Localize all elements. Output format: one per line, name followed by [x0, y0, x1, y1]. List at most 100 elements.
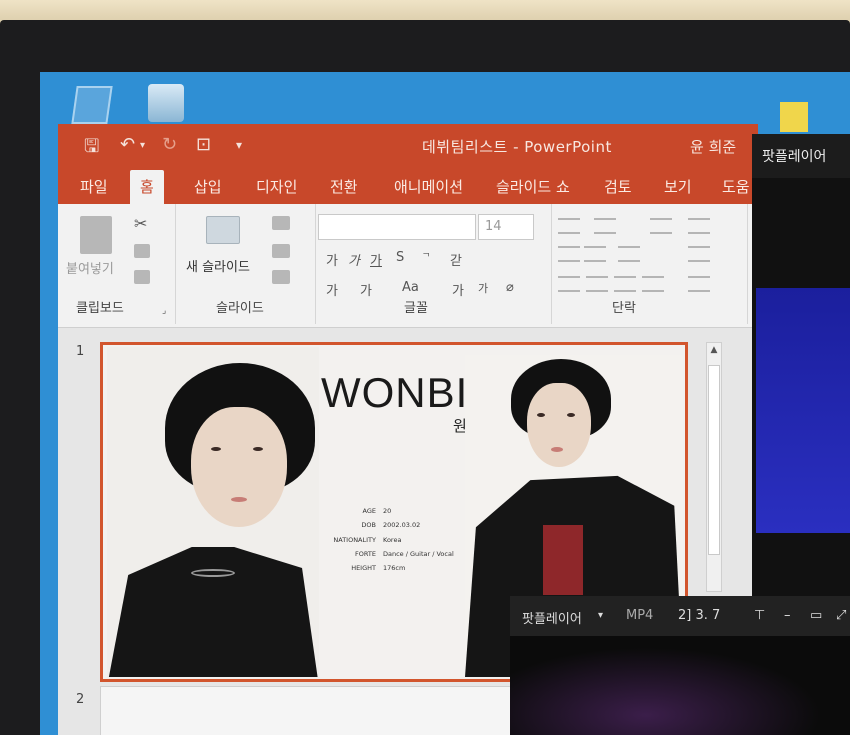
- profile-row: AGE 20: [362, 507, 392, 515]
- user-name[interactable]: 윤 희준: [690, 136, 736, 157]
- font-size-combo[interactable]: 14: [478, 214, 534, 240]
- align-center-icon[interactable]: [586, 276, 608, 292]
- copy-icon[interactable]: [134, 244, 150, 258]
- chevron-down-icon[interactable]: ▾: [598, 610, 603, 621]
- profile-row: HEIGHT 176cm: [351, 564, 406, 573]
- profile-row: DOB 2002.03.02: [361, 521, 421, 530]
- decrease-indent-icon[interactable]: [558, 246, 580, 262]
- tab-transitions[interactable]: 전환: [320, 170, 368, 204]
- increase-indent-icon[interactable]: [584, 246, 606, 262]
- clipboard-group-label: 클립보드: [76, 301, 124, 316]
- tab-insert[interactable]: 삽입: [184, 170, 232, 204]
- tab-file[interactable]: 파일: [70, 170, 118, 204]
- italic-icon[interactable]: 가: [348, 250, 360, 269]
- profile-info: AGE 20 DOB 2002.03.02 NATIONALITY Korea FOR…: [325, 507, 454, 578]
- profile-row: FORTE Dance / Guitar / Vocal: [355, 549, 454, 558]
- font-color-icon[interactable]: 가: [326, 280, 338, 299]
- undo-icon[interactable]: ↶: [120, 134, 135, 155]
- slide-number: 1: [76, 344, 85, 359]
- tab-review[interactable]: 검토: [594, 170, 642, 204]
- pin-icon[interactable]: ⊤: [754, 608, 765, 623]
- portrait-photo-left[interactable]: [107, 347, 319, 677]
- player-titlebar: 팟플레이어 ▾ MP4 2] 3. 7 ⊤ – ▭ ⤢: [510, 596, 850, 636]
- player-menu-button[interactable]: 팟플레이어: [522, 608, 582, 627]
- customize-qat-icon[interactable]: ▾: [236, 138, 242, 152]
- highlight-icon[interactable]: 가: [360, 280, 372, 299]
- save-icon[interactable]: 🖫: [84, 134, 99, 164]
- jacket: [107, 547, 319, 677]
- change-case-icon[interactable]: Aa: [402, 280, 419, 295]
- paste-button[interactable]: 붙여넣기: [66, 258, 114, 277]
- maximize-icon[interactable]: ▭: [810, 608, 822, 623]
- lips: [231, 497, 247, 502]
- eye: [211, 447, 221, 451]
- case-icon[interactable]: 갇: [450, 250, 462, 269]
- align-left-icon[interactable]: [558, 276, 580, 292]
- line-spacing-icon[interactable]: [650, 218, 672, 234]
- tab-animations[interactable]: 애니메이션: [384, 170, 473, 204]
- align-right-icon[interactable]: [614, 276, 636, 292]
- minimize-icon[interactable]: –: [784, 608, 791, 623]
- fullscreen-icon[interactable]: ⤢: [836, 608, 846, 623]
- media-format: MP4: [626, 608, 654, 623]
- title-bar: 🖫 ↶ ▾ ↻ ⊡ ▾ 데뷔팀리스트 - PowerPoint 윤 희준: [58, 124, 758, 166]
- numbering-icon[interactable]: [594, 218, 616, 234]
- shadow-icon[interactable]: S: [396, 250, 404, 265]
- paragraph-group-label: 단락: [612, 301, 636, 316]
- font-family-combo[interactable]: [318, 214, 476, 240]
- cut-icon[interactable]: ✂: [134, 214, 147, 233]
- layout-icon[interactable]: [272, 216, 290, 230]
- desktop-icon[interactable]: [71, 86, 113, 124]
- align-text-icon[interactable]: [688, 246, 710, 262]
- font-group-label: 글꼴: [404, 301, 428, 316]
- underline-icon[interactable]: 가: [370, 250, 382, 269]
- bold-icon[interactable]: 가: [326, 250, 338, 269]
- tab-view[interactable]: 보기: [654, 170, 702, 204]
- chain-necklace: [191, 569, 235, 577]
- folder-icon[interactable]: [780, 102, 808, 132]
- dialog-launcher-icon[interactable]: ⌟: [162, 306, 166, 316]
- new-slide-icon[interactable]: [206, 216, 240, 244]
- face: [191, 407, 287, 527]
- profile-row: NATIONALITY Korea: [333, 535, 402, 544]
- eye: [253, 447, 263, 451]
- tab-home[interactable]: 홈: [130, 170, 164, 204]
- player-video[interactable]: [756, 288, 850, 533]
- recycle-bin-icon[interactable]: [148, 84, 184, 122]
- section-icon[interactable]: [272, 270, 290, 284]
- format-painter-icon[interactable]: [134, 270, 150, 284]
- scroll-thumb[interactable]: [708, 365, 720, 555]
- player-title[interactable]: 팟플레이어: [752, 134, 850, 178]
- undo-dropdown-icon[interactable]: ▾: [140, 140, 145, 151]
- lips: [551, 447, 563, 452]
- shrink-font-icon[interactable]: 가: [478, 280, 488, 296]
- vertical-scrollbar[interactable]: ▲: [706, 342, 722, 592]
- grow-font-icon[interactable]: 가: [452, 280, 464, 299]
- new-slide-button[interactable]: 새 슬라이드: [186, 256, 250, 275]
- scroll-up-icon[interactable]: ▲: [708, 345, 720, 359]
- justify-icon[interactable]: [642, 276, 664, 292]
- reset-icon[interactable]: [272, 244, 290, 258]
- ribbon: 붙여넣기 ✂ 클립보드 ⌟ 새 슬라이드 슬라이드 14 가 가 가 S ᄀ 갇…: [58, 204, 758, 328]
- clear-format-icon[interactable]: ⌀: [506, 280, 514, 295]
- window-title: 데뷔팀리스트 - PowerPoint: [422, 138, 612, 156]
- clipboard-group: 붙여넣기 ✂ 클립보드 ⌟: [58, 204, 176, 324]
- ribbon-tabs: 파일 홈 삽입 디자인 전환 애니메이션 슬라이드 쇼 검토 보기 도움: [58, 166, 758, 204]
- present-icon[interactable]: ⊡: [196, 134, 211, 155]
- eye: [567, 413, 575, 417]
- media-info: 2] 3. 7: [678, 608, 721, 623]
- bullets-icon[interactable]: [558, 218, 580, 234]
- paste-icon[interactable]: [80, 216, 112, 254]
- smartart-icon[interactable]: [688, 276, 710, 292]
- tab-slideshow[interactable]: 슬라이드 쇼: [486, 170, 580, 204]
- char-spacing-icon[interactable]: ᄀ: [422, 250, 430, 263]
- columns-icon[interactable]: [618, 246, 640, 262]
- text-direction-icon[interactable]: [688, 218, 710, 234]
- slide-number: 2: [76, 692, 85, 707]
- player-video-bottom[interactable]: [510, 636, 850, 735]
- redo-icon[interactable]: ↻: [162, 134, 177, 155]
- face: [527, 383, 591, 467]
- tab-design[interactable]: 디자인: [246, 170, 307, 204]
- potplayer-window-bottom: 팟플레이어 ▾ MP4 2] 3. 7 ⊤ – ▭ ⤢: [510, 596, 850, 735]
- font-group: 14 가 가 가 S ᄀ 갇 가 가 Aa 가 가 ⌀ 글꼴: [316, 204, 552, 324]
